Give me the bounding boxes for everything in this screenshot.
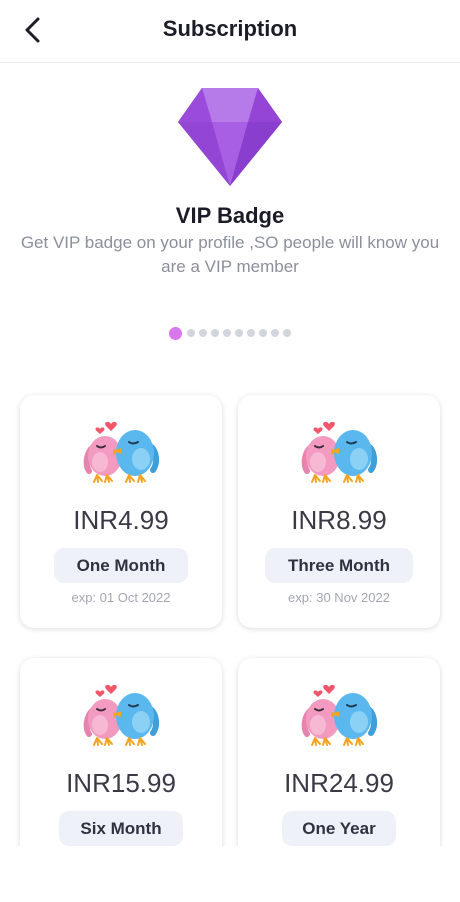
plan-expiry: exp: 30 Nov 2022 [288,590,390,605]
pager-dot[interactable] [199,329,207,337]
plan-button-six-month[interactable]: Six Month [59,811,183,846]
pager-dot[interactable] [223,329,231,337]
header: Subscription [0,0,460,63]
badge-title: VIP Badge [175,203,285,228]
bottom-area [0,846,460,902]
pager-dot[interactable] [283,329,291,337]
plan-button-three-month[interactable]: Three Month [265,548,413,583]
plan-card-three-month[interactable]: INR8.99 Three Month exp: 30 Nov 2022 [238,395,440,628]
plan-price: INR8.99 [291,505,387,535]
diamond-icon [178,88,282,186]
plan-button-one-year[interactable]: One Year [282,811,396,846]
plan-price: INR15.99 [66,768,176,798]
pager-dot[interactable] [259,329,267,337]
pager-dot[interactable] [271,329,279,337]
pager-dot-active[interactable] [169,326,182,340]
lovebirds-icon [301,415,377,489]
lovebirds-icon [301,678,377,752]
plan-button-one-month[interactable]: One Month [54,548,188,583]
plan-price: INR24.99 [284,768,394,798]
pager-dot[interactable] [235,329,243,337]
lovebirds-icon [83,678,159,752]
lovebirds-icon [83,415,159,489]
plan-price: INR4.99 [73,505,169,535]
pager-dot[interactable] [247,329,255,337]
pager-dot[interactable] [211,329,219,337]
pager-dot[interactable] [187,329,195,337]
plan-expiry: exp: 01 Oct 2022 [71,590,171,605]
pager-dots [0,326,460,340]
subscription-screen: Subscription VIP Badge Get VIP badge on … [0,0,460,902]
badge-description: Get VIP badge on your profile ,SO people… [20,233,440,276]
plan-card-one-month[interactable]: INR4.99 One Month exp: 01 Oct 2022 [20,395,222,628]
page-title: Subscription [162,16,298,41]
